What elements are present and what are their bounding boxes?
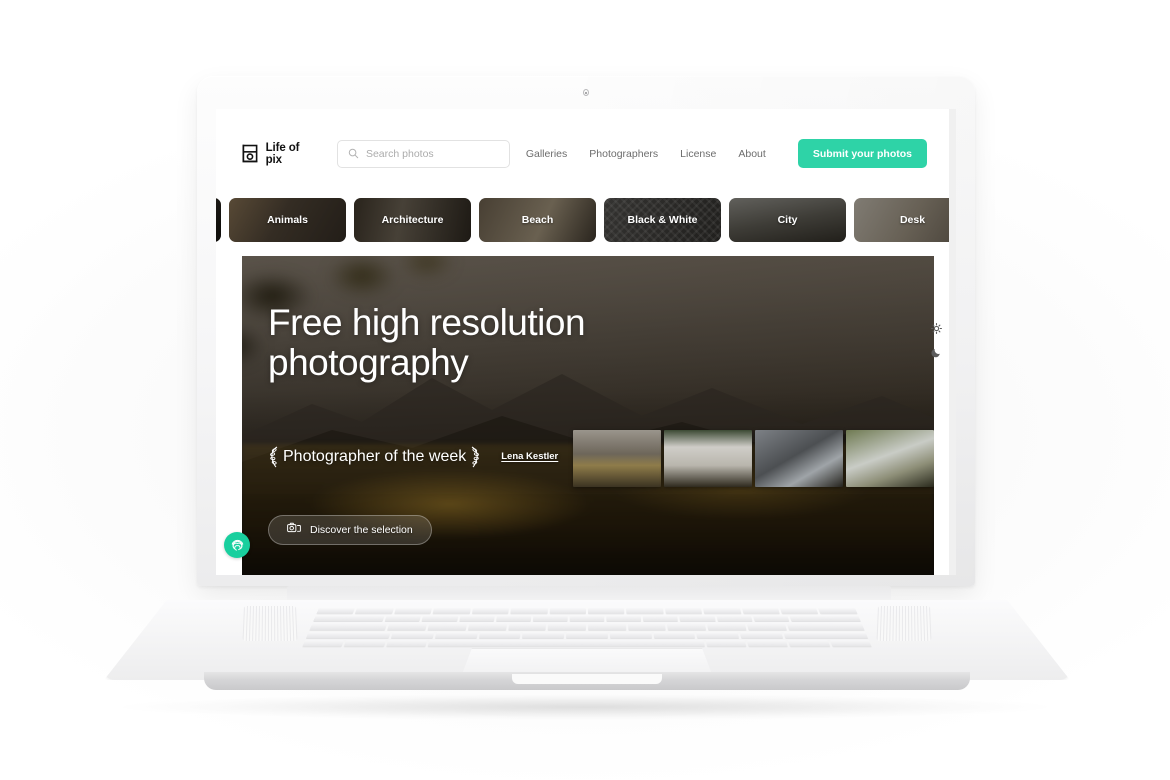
thumbnail-rocky-cliff[interactable]	[755, 430, 843, 487]
discover-button-label: Discover the selection	[310, 523, 413, 536]
theme-switch	[931, 323, 942, 358]
thumbnail-mountain-field[interactable]	[573, 430, 661, 487]
speaker-grille-left	[242, 606, 298, 642]
search-input[interactable]	[365, 147, 499, 160]
category-label: City	[777, 214, 798, 226]
hero-thumbnail-strip	[573, 430, 934, 487]
hero-content: Free high resolution photography Photogr…	[242, 256, 934, 545]
category-strip[interactable]: Animals Architecture Beach Black & White	[216, 198, 949, 242]
screen-viewport: Life of pix Galleries Photo	[216, 109, 956, 575]
hero-banner: Free high resolution photography Photogr…	[242, 256, 934, 575]
keyboard-row	[302, 640, 872, 647]
sun-icon[interactable]	[931, 323, 942, 334]
laptop-shadow	[120, 694, 1050, 720]
keyboard-row	[313, 615, 862, 622]
photographer-name-link[interactable]: Lena Kestler	[501, 451, 558, 462]
photographer-of-the-week: Photographer of the week	[268, 446, 481, 468]
fingerprint-icon	[231, 539, 243, 551]
hero-title: Free high resolution photography	[268, 303, 668, 383]
laptop-keyboard	[302, 608, 872, 647]
brand-logo[interactable]: Life of pix	[242, 140, 301, 167]
category-tile-beach[interactable]: Beach	[479, 198, 596, 242]
photographer-of-the-week-label: Photographer of the week	[283, 447, 467, 465]
keyboard-row	[316, 608, 858, 615]
thumbnail-snowy-peaks[interactable]	[664, 430, 752, 487]
category-tile-desk[interactable]: Desk	[854, 198, 949, 242]
nav-link-about[interactable]: About	[738, 148, 765, 160]
laptop-base	[104, 586, 1070, 694]
website-page: Life of pix Galleries Photo	[216, 109, 956, 575]
moon-icon[interactable]	[931, 347, 942, 358]
category-tile-city[interactable]: City	[729, 198, 846, 242]
page-scrollbar[interactable]	[949, 109, 956, 575]
brand-name: Life of pix	[265, 142, 300, 166]
category-tile-animals[interactable]: Animals	[229, 198, 346, 242]
discover-the-selection-button[interactable]: Discover the selection	[268, 514, 432, 545]
laurel-wreath-icon	[270, 446, 278, 468]
nav-link-photographers[interactable]: Photographers	[589, 148, 658, 160]
category-label: Beach	[521, 214, 554, 226]
category-tile-architecture[interactable]: Architecture	[354, 198, 471, 242]
category-label: Desk	[899, 214, 926, 226]
laurel-wreath-icon	[471, 446, 480, 468]
camera-photos-icon	[287, 522, 301, 537]
submit-your-photos-button[interactable]: Submit your photos	[797, 139, 927, 168]
laptop-hinge	[287, 586, 891, 602]
site-header: Life of pix Galleries Photo	[216, 109, 949, 198]
nav-link-galleries[interactable]: Galleries	[526, 148, 567, 160]
tile-overlay	[216, 198, 221, 242]
laptop-mockup: Life of pix Galleries Photo	[0, 0, 1170, 780]
keyboard-row	[309, 623, 865, 630]
thumbnail-caravan-forest[interactable]	[846, 430, 934, 487]
laptop-deck-notch	[512, 674, 662, 684]
webcam-dot	[583, 89, 589, 96]
laptop-trackpad	[462, 648, 712, 674]
category-label: Animals	[267, 214, 308, 226]
category-tile-partial-left[interactable]	[216, 198, 221, 242]
main-navigation: Galleries Photographers License About Su…	[526, 139, 927, 168]
speaker-grille-right	[876, 606, 932, 642]
search-icon	[348, 148, 359, 159]
hero-title-line-1: Free high resolution	[268, 302, 586, 343]
keyboard-row	[305, 631, 868, 639]
camera-logo-icon	[242, 144, 258, 163]
category-label: Architecture	[381, 214, 444, 226]
search-box[interactable]	[336, 139, 510, 168]
category-tile-black-and-white[interactable]: Black & White	[604, 198, 721, 242]
privacy-fingerprint-badge[interactable]	[224, 532, 250, 558]
nav-link-license[interactable]: License	[680, 148, 716, 160]
category-label: Black & White	[627, 214, 698, 226]
hero-title-line-2: photography	[268, 341, 469, 383]
